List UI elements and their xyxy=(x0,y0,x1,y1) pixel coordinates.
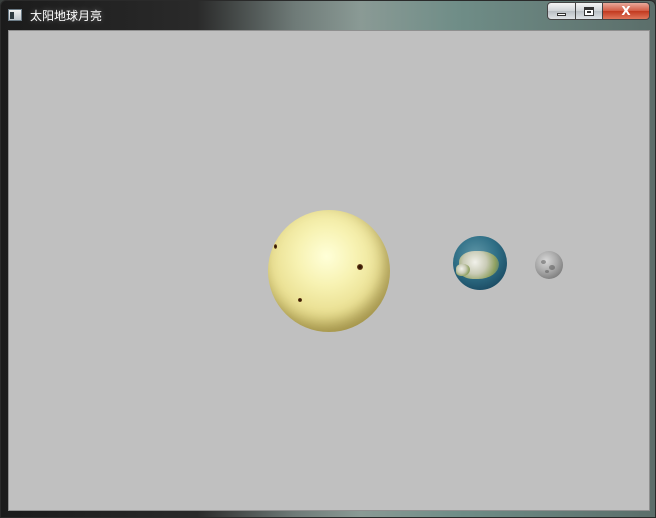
close-icon: X xyxy=(621,4,631,18)
moon-sphere xyxy=(535,251,563,279)
title-bar[interactable]: 太阳地球月亮 X xyxy=(1,1,655,29)
sunspot xyxy=(274,244,277,249)
minimize-button[interactable] xyxy=(547,2,576,20)
minimize-icon xyxy=(557,13,566,16)
app-window-icon[interactable] xyxy=(8,9,22,21)
sunspot xyxy=(298,298,302,302)
sunspot xyxy=(357,264,363,270)
close-button[interactable]: X xyxy=(602,2,650,20)
window-title: 太阳地球月亮 xyxy=(30,9,103,23)
moon-crater xyxy=(549,265,555,270)
app-window: 太阳地球月亮 X xyxy=(0,0,656,518)
render-canvas[interactable] xyxy=(8,30,650,511)
maximize-button[interactable] xyxy=(575,2,603,20)
sun-sphere xyxy=(268,210,390,332)
maximize-icon xyxy=(584,7,594,16)
earth-sphere xyxy=(453,236,507,290)
moon-crater xyxy=(541,260,546,264)
moon-crater xyxy=(545,270,549,273)
